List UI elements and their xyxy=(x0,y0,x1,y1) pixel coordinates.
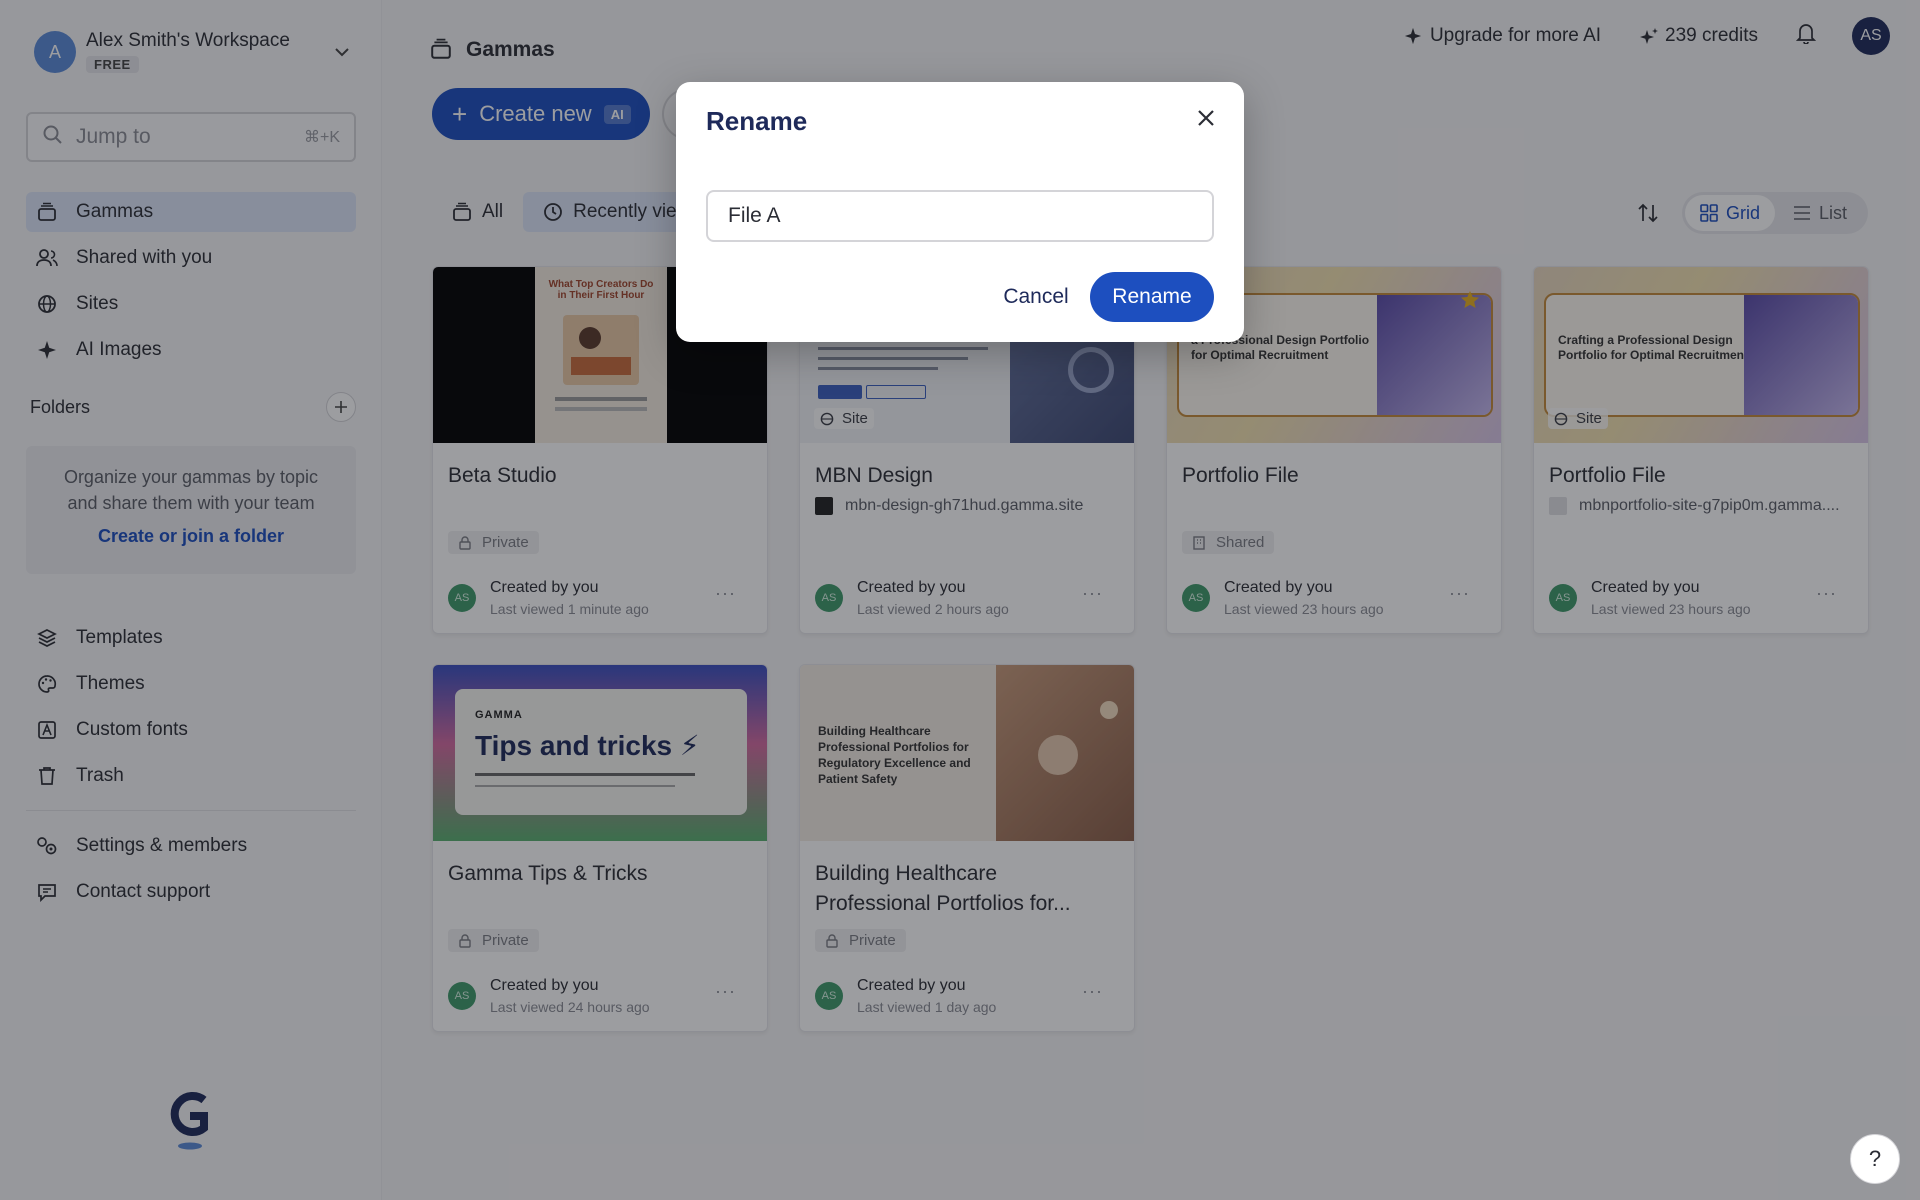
close-icon[interactable] xyxy=(1190,102,1222,134)
cancel-button[interactable]: Cancel xyxy=(986,272,1086,322)
rename-input[interactable] xyxy=(706,190,1214,242)
dialog-title: Rename xyxy=(706,106,808,136)
help-button[interactable]: ? xyxy=(1850,1134,1900,1184)
rename-dialog: Rename Cancel Rename xyxy=(676,82,1244,342)
rename-button[interactable]: Rename xyxy=(1090,272,1214,322)
